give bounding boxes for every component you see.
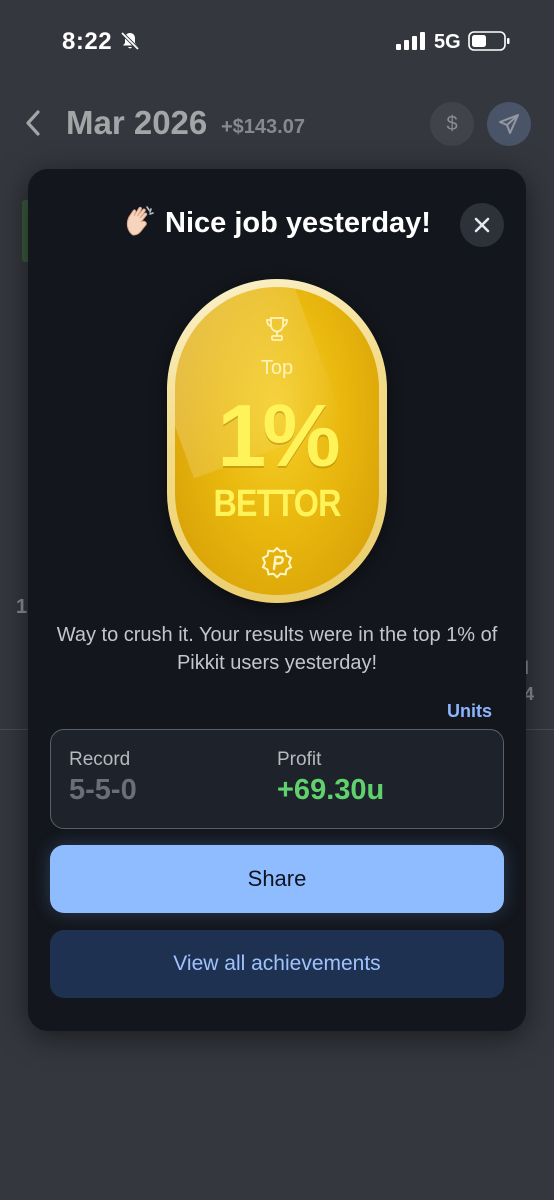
- share-button-label: Share: [247, 866, 307, 891]
- record-value: 5-5-0: [69, 774, 137, 806]
- stats-card: Record 5-5-0 Profit +69.30u: [50, 729, 504, 829]
- status-time: 8:22: [62, 28, 113, 55]
- battery-icon: [468, 31, 510, 51]
- background-text-fragment: 1: [16, 596, 28, 618]
- achievement-modal: Nice job yesterday! Top 1% BETTOR Way to…: [28, 169, 526, 1031]
- close-icon: [474, 217, 490, 233]
- units-toggle[interactable]: Units: [447, 701, 492, 722]
- app-header: Mar 2026 +$143.07 $: [0, 90, 554, 160]
- month-title: Mar 2026: [66, 104, 208, 141]
- network-label: 5G: [434, 31, 461, 53]
- dollar-button[interactable]: $: [430, 102, 474, 146]
- bell-muted-icon: [120, 31, 140, 51]
- month-profit: +$143.07: [221, 116, 305, 138]
- achievement-badge: Top 1% BETTOR: [167, 279, 387, 603]
- back-chevron-icon[interactable]: [22, 108, 44, 138]
- trophy-icon: [266, 317, 288, 341]
- pikkit-logo-icon: [261, 547, 293, 579]
- screen: 8:22 5G Mar 2026 +$143.07 $ 1 l 4 Nice j…: [0, 0, 554, 1200]
- profit-label: Profit: [277, 749, 322, 770]
- share-button[interactable]: Share: [50, 845, 504, 913]
- view-achievements-button[interactable]: View all achievements: [50, 930, 504, 998]
- profit-value: +69.30u: [277, 774, 385, 806]
- achievement-message: Way to crush it. Your results were in th…: [56, 624, 498, 674]
- send-button[interactable]: [487, 102, 531, 146]
- send-icon: [499, 114, 519, 134]
- badge-percent: 1%: [217, 386, 340, 485]
- clapping-hands-icon: [126, 206, 154, 236]
- view-achievements-label: View all achievements: [173, 952, 381, 975]
- badge-face: Top 1% BETTOR: [175, 287, 379, 595]
- modal-title: Nice job yesterday!: [28, 205, 526, 240]
- modal-title-text: Nice job yesterday!: [165, 207, 431, 239]
- record-label: Record: [69, 749, 131, 770]
- badge-label: BETTOR: [213, 483, 341, 525]
- signal-icon: [396, 32, 425, 50]
- dollar-icon: $: [446, 112, 458, 135]
- status-bar: 8:22 5G: [0, 0, 554, 84]
- close-button[interactable]: [460, 203, 504, 247]
- badge-top-label: Top: [260, 357, 294, 379]
